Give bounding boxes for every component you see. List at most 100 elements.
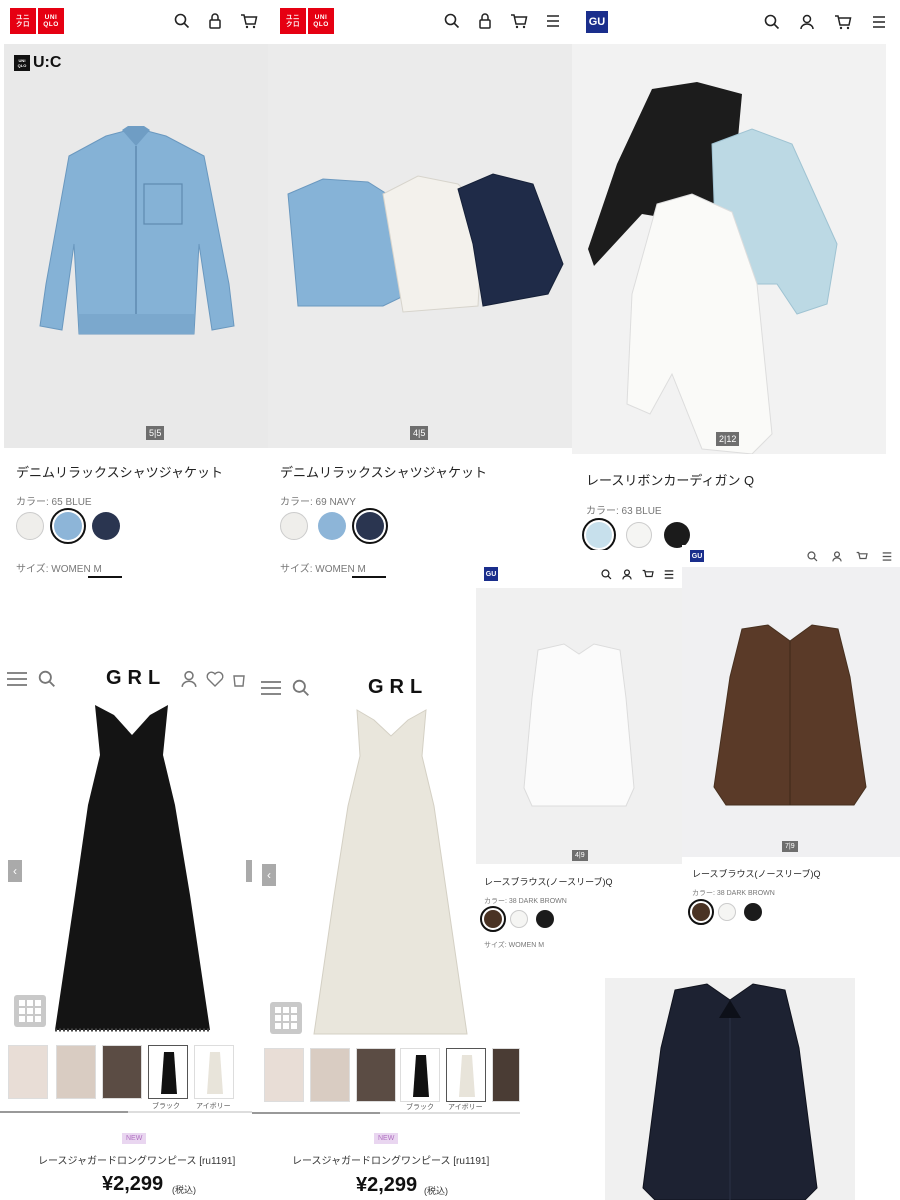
account-icon[interactable] — [800, 14, 814, 30]
image-counter: 2|12 — [716, 432, 740, 446]
menu-icon[interactable] — [882, 551, 892, 561]
search-icon[interactable] — [292, 679, 310, 697]
thumbnail-ivory[interactable] — [446, 1048, 486, 1102]
new-badge: NEW — [122, 1133, 147, 1144]
product-image[interactable]: 4|9 — [476, 588, 682, 864]
gu-panel-2: GU 4|9 レースブラウス(ノースリーブ)Q カラー: 38 DARK BRO… — [476, 560, 682, 955]
product-name: レースリボンカーディガン Q — [586, 473, 755, 488]
account-icon[interactable] — [622, 568, 632, 580]
swatch-brown[interactable] — [688, 899, 714, 925]
uniqlo-panel-1: ユニ クロ UNI QLO UNI QLO U:C 5|5 デニムリラックスシャツジャ… — [0, 0, 268, 580]
product-image[interactable]: 4|5 — [268, 44, 572, 448]
product-photo-navy-blouse[interactable] — [605, 978, 855, 1200]
account-icon[interactable] — [180, 670, 198, 688]
thumbnail-black[interactable] — [400, 1048, 440, 1102]
image-counter: 4|5 — [410, 426, 429, 440]
swatch-white[interactable] — [280, 512, 308, 540]
swatch-black[interactable] — [744, 903, 762, 921]
account-icon[interactable] — [208, 13, 222, 29]
thumbnail-5[interactable] — [492, 1048, 520, 1102]
thumbnail-1[interactable] — [8, 1045, 48, 1099]
thumbnail-2[interactable] — [56, 1045, 96, 1099]
uniqlo-header: ユニ クロ UNI QLO — [268, 0, 572, 42]
product-image[interactable]: 7|9 — [682, 567, 900, 857]
product-image[interactable]: 2|12 — [572, 44, 886, 454]
menu-icon[interactable] — [872, 16, 886, 28]
thumbnail-scrollbar[interactable] — [252, 1112, 520, 1114]
menu-icon[interactable] — [546, 15, 560, 27]
prev-arrow-button[interactable]: ‹ — [8, 860, 22, 882]
gu-header: GU — [572, 0, 900, 44]
swatch-navy[interactable] — [92, 512, 120, 540]
menu-icon[interactable] — [260, 680, 282, 696]
denim-shirt-illustration — [39, 126, 235, 335]
heart-icon[interactable] — [206, 671, 224, 687]
uc-label: U:C — [33, 54, 62, 71]
product-image[interactable]: ‹ — [0, 695, 252, 1035]
cart-icon[interactable] — [834, 14, 852, 30]
swatch-white[interactable] — [16, 512, 44, 540]
thumbnail-scrollbar[interactable] — [0, 1111, 252, 1113]
search-icon[interactable] — [444, 13, 460, 29]
search-icon[interactable] — [807, 550, 818, 562]
navy-blouse-illustration — [642, 983, 818, 1200]
account-icon[interactable] — [478, 13, 492, 29]
price: ¥2,299 — [102, 1173, 164, 1195]
gu-logo[interactable]: GU — [586, 11, 608, 33]
menu-icon[interactable] — [6, 671, 28, 687]
product-name: デニムリラックスシャツジャケット — [280, 465, 487, 480]
cart-icon[interactable] — [856, 551, 868, 562]
swatch-navy[interactable] — [352, 508, 388, 544]
uniqlo-logo-en[interactable]: UNI QLO — [308, 8, 334, 34]
account-icon[interactable] — [832, 550, 842, 562]
search-icon[interactable] — [38, 670, 56, 688]
product-name: デニムリラックスシャツジャケット — [16, 465, 223, 480]
grid-view-button[interactable] — [270, 1002, 302, 1034]
grl-panel-1: GRL ‹ ブラック アイボリー NEW レースジャガードロングワンピース [r… — [0, 655, 252, 1200]
white-blouse-illustration — [523, 643, 635, 807]
thumbnail-3[interactable] — [102, 1045, 142, 1099]
swatch-blue[interactable] — [318, 512, 346, 540]
swatch-black[interactable] — [536, 910, 554, 928]
gu-logo[interactable]: GU — [690, 550, 704, 562]
cart-icon[interactable] — [240, 13, 258, 29]
swatch-white[interactable] — [718, 903, 736, 921]
thumbnail-2[interactable] — [310, 1048, 350, 1102]
uniqlo-logo[interactable]: ユニ クロ — [10, 8, 36, 34]
thumbnail-1[interactable] — [264, 1048, 304, 1102]
grl-logo[interactable]: GRL — [106, 667, 166, 690]
price: ¥2,299 — [356, 1174, 418, 1196]
image-counter: 5|5 — [146, 426, 165, 440]
color-label: カラー: 69 NAVY — [280, 497, 356, 508]
black-dress-illustration — [55, 705, 210, 1032]
uniqlo-logo-en[interactable]: UNI QLO — [38, 8, 64, 34]
thumbnail-ivory[interactable] — [194, 1045, 234, 1099]
cart-icon[interactable] — [642, 569, 654, 580]
gu-logo[interactable]: GU — [484, 567, 498, 581]
tax-label: (税込) — [172, 1185, 196, 1195]
search-icon[interactable] — [174, 13, 190, 29]
swatch-blue[interactable] — [582, 518, 616, 550]
cardigans-illustration — [588, 82, 838, 454]
thumbnail-label-ivory: アイボリー — [448, 1104, 483, 1111]
menu-icon[interactable] — [664, 569, 674, 579]
prev-arrow-button[interactable]: ‹ — [262, 864, 276, 886]
cart-icon[interactable] — [510, 13, 528, 29]
swatch-brown[interactable] — [480, 906, 506, 932]
search-icon[interactable] — [764, 14, 780, 30]
swatch-white[interactable] — [626, 522, 652, 548]
new-badge: NEW — [374, 1133, 399, 1144]
search-icon[interactable] — [601, 568, 612, 580]
cart-icon[interactable] — [232, 671, 246, 687]
gu-header: GU — [682, 545, 900, 567]
grid-view-button[interactable] — [14, 995, 46, 1027]
uniqlo-logo[interactable]: ユニ クロ — [280, 8, 306, 34]
swatch-blue[interactable] — [50, 508, 86, 544]
thumbnail-3[interactable] — [356, 1048, 396, 1102]
brown-blouse-illustration — [713, 624, 867, 806]
grl-logo[interactable]: GRL — [368, 676, 428, 699]
tax-label: (税込) — [424, 1186, 448, 1196]
product-image[interactable]: UNI QLO U:C 5|5 — [4, 44, 268, 448]
swatch-white[interactable] — [510, 910, 528, 928]
thumbnail-black[interactable] — [148, 1045, 188, 1099]
